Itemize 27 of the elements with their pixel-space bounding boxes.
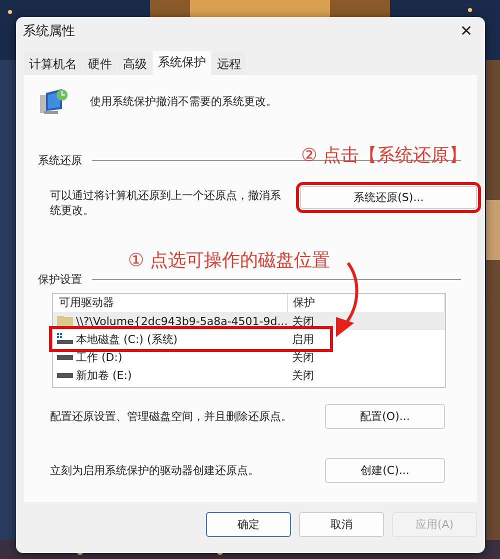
action-description: 立刻为启用系统保护的驱动器创建还原点。 (50, 463, 259, 478)
dialog-button[interactable]: 确定 (206, 512, 291, 537)
annotation-text: ① 点选可操作的磁盘位置 (128, 250, 330, 271)
restore-description: 可以通过将计算机还原到上一个还原点，撤消系统更改。 (50, 188, 282, 218)
drive-row[interactable]: 新加卷 (E:) 关闭 (53, 366, 445, 384)
section-heading: 系统还原 (38, 153, 82, 168)
drive-icon (57, 372, 73, 378)
drive-row[interactable]: 工作 (D:) 关闭 (53, 348, 445, 366)
tab[interactable]: 硬件 (83, 53, 117, 75)
drive-icon (57, 354, 73, 360)
drive-row[interactable]: 本地磁盘 (C:) (系统) 启用 (53, 330, 329, 348)
tab[interactable]: 高级 (118, 53, 152, 75)
drive-icon (57, 333, 73, 345)
tab[interactable]: 远程 (212, 53, 246, 75)
close-button[interactable]: ✕ (456, 22, 477, 40)
action-button[interactable]: 配置(O)... (325, 404, 445, 429)
folder-icon (57, 315, 73, 327)
tab[interactable]: 系统保护 (153, 51, 211, 75)
section-heading: 保护设置 (38, 272, 82, 287)
dialog-button[interactable]: 取消 (299, 512, 384, 537)
action-button[interactable]: 创建(C)... (325, 458, 445, 483)
window-title: 系统属性 (23, 23, 75, 40)
tab[interactable]: 计算机名 (24, 53, 82, 75)
computer-icon (38, 87, 68, 115)
action-description: 配置还原设置、管理磁盘空间，并且删除还原点。 (50, 409, 292, 424)
annotation-text: ② 点击【系统还原】 (301, 144, 467, 167)
intro-text: 使用系统保护撤消不需要的系统更改。 (90, 94, 277, 108)
